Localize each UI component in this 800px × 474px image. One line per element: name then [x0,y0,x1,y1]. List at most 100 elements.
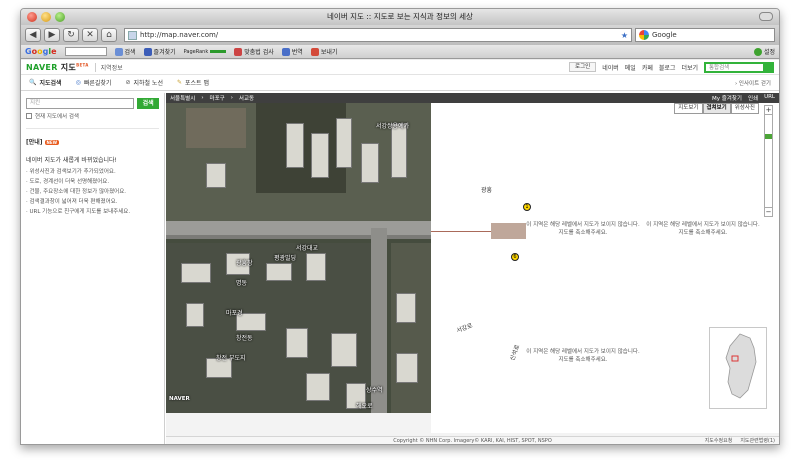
zoom-handle[interactable] [765,134,772,139]
map-label-haeoro: 해오로 [356,403,373,410]
zoom-slider[interactable]: + − [764,105,773,217]
local-info-link[interactable]: 지역정보 [94,62,123,72]
view-overlay-button[interactable]: 겹쳐보기 [702,103,731,114]
link-naver[interactable]: 네이버 [602,63,619,72]
google-toolbar-input[interactable] [64,47,107,56]
service-tabs: 🔍 지도검색 ◎ 빠른길찾기 ⊘ 지하철 노선 ✎ 포스트 맵 › 인사이트 걷기 [21,75,779,91]
map-breadcrumb-bar: 서울특별시 › 마포구 › 서교동 My 즐겨찾기 인쇄 URL [166,93,779,103]
map-label-sinseokro: 신석로 [509,343,522,362]
login-button[interactable]: 로그인 [569,62,597,72]
toolbar-settings[interactable]: 설정 [753,47,775,56]
naver-watermark: NAVER [169,396,190,402]
notice-item: · 도로, 경계선이 더욱 선명해졌어요. [26,179,110,185]
place-search-button[interactable]: 검색 [137,98,159,109]
google-logo: Google [25,47,57,56]
search-engine-name: Google [652,31,677,39]
map-law-link[interactable]: 지도관련법령(1) [740,437,775,444]
map-correction-link[interactable]: 지도수정요청 [705,437,733,444]
copyright-text: Copyright © NHN Corp. Imagery© KARI, KAI… [393,437,552,444]
subway-icon: ⊘ [125,79,131,86]
send-icon [310,47,319,56]
map-label-sangsu: 상수역 [366,387,383,394]
stop-button[interactable]: ✕ [82,28,98,42]
bookmark-star-icon[interactable]: ★ [621,31,631,40]
favicon-icon [128,30,137,40]
spellcheck-button[interactable]: 맞춤법 검사 [234,47,274,56]
insight-link[interactable]: › 인사이트 걷기 [735,79,771,87]
settings-icon [753,47,762,56]
search-icon [114,47,123,56]
naver-logo[interactable]: NAVER 지도BETA [26,62,89,73]
my-favorites-button[interactable]: My 즐겨찾기 [712,94,742,102]
map-label-sogang-bridge: 서강대교 [296,245,319,252]
notice-item: · 위성사진과 검색보기가 추가되었어요. [26,169,116,175]
print-button[interactable]: 인쇄 [748,94,758,102]
map-area[interactable]: 서울특별시 › 마포구 › 서교동 My 즐겨찾기 인쇄 URL 서강쌍용예가 … [166,93,779,444]
translate-icon [281,47,290,56]
google-search-button[interactable]: 검색 [114,47,136,56]
url-bar[interactable]: http://map.naver.com/ ★ [124,28,632,42]
link-blog[interactable]: 블로그 [659,63,676,72]
zoom-window-button[interactable] [55,12,65,22]
reload-button[interactable]: ↻ [63,28,79,42]
abc-icon [234,47,243,56]
no-map-message: 이 지역은 해당 레벨에서 지도가 보이지 않습니다. 지도를 축소해주세요. [646,222,760,236]
close-window-button[interactable] [27,12,37,22]
forward-button[interactable]: ▶ [44,28,60,42]
breadcrumb-district[interactable]: 마포구 [210,94,225,102]
notice-headline: 네이버 지도가 새롭게 바뀌었습니다! [26,157,117,164]
google-toolbar: Google 검색 즐겨찾기 PageRank 맞춤법 검사 번역 보내기 설정 [21,45,779,59]
notice-panel: [안내] NEW 네이버 지도가 새롭게 바뀌었습니다! · 위성사진과 검색보기… [26,128,159,217]
satellite-imagery: 서강쌍용예가 서강대교 평광빌딩 광흥창 명동 마포경 창전동 창전 부도지 상… [166,103,431,413]
tab-subway[interactable]: ⊘ 지하철 노선 [125,78,163,87]
map-label-myeongdong: 명동 [236,280,248,287]
toolbar-toggle-button[interactable] [759,12,773,21]
zoom-out-button[interactable]: − [765,207,772,216]
post-icon: ✎ [176,79,183,86]
home-button[interactable]: ⌂ [101,28,117,42]
new-badge: NEW [44,140,60,145]
minimize-window-button[interactable] [41,12,51,22]
map-footer: Copyright © NHN Corp. Imagery© KARI, KAI… [166,436,779,444]
search-current-map-checkbox[interactable]: 현재 지도에서 검색 [26,112,159,120]
search-submit-button[interactable] [763,61,774,73]
zoom-in-button[interactable]: + [765,106,772,115]
pagerank-indicator: PageRank [184,49,227,55]
place-search-input[interactable]: 지킨 [26,98,135,109]
view-map-button[interactable]: 지도보기 [674,103,703,114]
no-map-message: 이 지역은 해당 레벨에서 지도가 보이지 않습니다. 지도를 축소해주세요. [526,222,640,236]
breadcrumb-city[interactable]: 서울특별시 [170,94,195,102]
map-label-seogangro: 서강로 [455,322,474,335]
route-icon: ◎ [75,79,81,86]
notice-item: · 검색결과창이 넓어져 더욱 편해졌어요. [26,199,118,205]
bookmarks-button[interactable]: 즐겨찾기 [143,47,176,56]
tab-map-search[interactable]: 🔍 지도검색 [29,78,62,87]
url-button[interactable]: URL [764,94,775,102]
link-more[interactable]: 더보기 [681,63,698,72]
map-label-changjeon: 창전동 [236,335,253,342]
translate-button[interactable]: 번역 [281,47,303,56]
navigation-bar: ◀ ▶ ↻ ✕ ⌂ http://map.naver.com/ ★ Google [21,25,779,45]
link-mail[interactable]: 메일 [625,63,636,72]
overview-minimap[interactable] [709,327,767,409]
map-label-mapo: 마포경 [226,310,243,317]
no-map-message: 이 지역은 해당 레벨에서 지도가 보이지 않습니다. 지도를 축소해주세요. [526,349,640,363]
title-bar: 네이버 지도 :: 지도로 보는 지식과 정보의 세상 [21,9,779,25]
breadcrumb-dong[interactable]: 서교동 [239,94,254,102]
map-poi-6[interactable]: 6 [511,253,519,261]
tab-post-map[interactable]: ✎ 포스트 맵 [177,78,209,87]
url-text: http://map.naver.com/ [140,31,219,39]
back-button[interactable]: ◀ [25,28,41,42]
link-cafe[interactable]: 카페 [642,63,653,72]
view-satellite-button[interactable]: 위성사진 [730,103,759,114]
map-label-sogang-ssangyong: 서강쌍용예가 [376,123,410,130]
star-icon [143,47,152,56]
tab-directions[interactable]: ◎ 빠른길찾기 [76,78,112,87]
send-button[interactable]: 보내기 [310,47,337,56]
map-poi-1[interactable]: 1 [523,203,531,211]
notice-item: · 건물, 주요장소에 대한 정보가 많아졌어요. [26,189,127,195]
checkbox-icon[interactable] [26,113,32,119]
integrated-search-input[interactable]: 통합검색 [704,61,774,73]
browser-search-box[interactable]: Google [635,28,775,42]
korea-outline-icon [725,333,757,399]
